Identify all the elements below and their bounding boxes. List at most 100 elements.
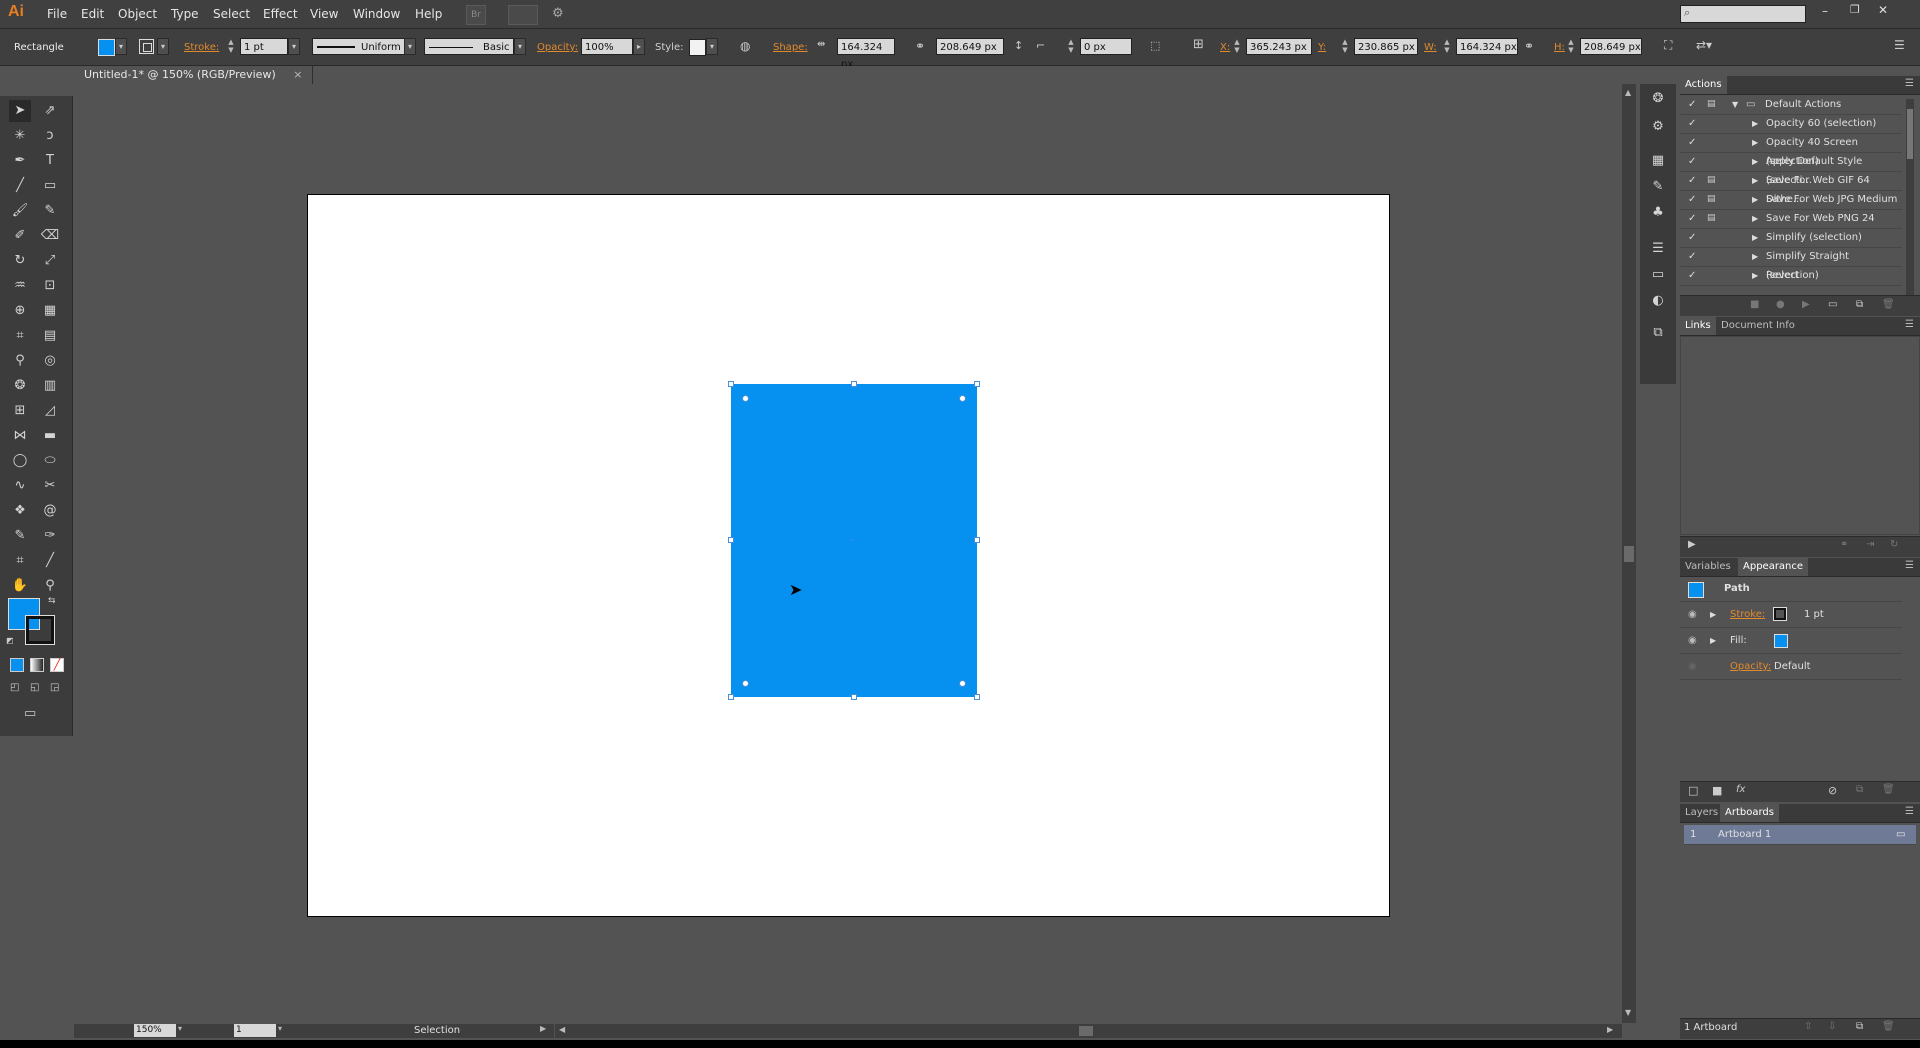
opacity-dropdown[interactable]: ▸ [633,38,645,55]
new-set-folder-icon[interactable]: ▭ [1828,299,1837,310]
bounding-handle-tl[interactable] [728,381,734,387]
selection-tool-icon[interactable]: ➤ [9,100,31,122]
type-tool-icon[interactable]: T [39,150,61,172]
go-to-link-icon[interactable]: ⇥ [1866,539,1874,550]
menu-file[interactable]: File [47,7,67,21]
free-transform-tool-icon[interactable]: ⊡ [39,275,61,297]
toggle-check-icon[interactable]: ✓ [1688,152,1696,171]
rectangle-tool-icon[interactable]: ▭ [39,175,61,197]
add-stroke-icon[interactable]: □ [1688,784,1698,797]
x-field[interactable]: 365.243 px [1246,38,1312,55]
play-icon[interactable]: ▶ [1802,299,1810,310]
visibility-eye-icon[interactable]: ◉ [1688,628,1697,653]
expand-triangle-icon[interactable]: ▶ [1752,171,1758,190]
color-guide-icon[interactable]: ❂ [1647,88,1669,110]
draw-behind-icon[interactable]: ◱ [30,682,39,693]
action-row[interactable]: ✓ ▤ ▶ Save For Web JPG Medium [1680,190,1902,210]
appearance-stroke-row[interactable]: ◉ ▶ Stroke: 1 pt [1680,602,1902,628]
layers-tab[interactable]: Layers [1680,804,1723,822]
y-stepper[interactable]: ▲ ▼ [1340,38,1350,55]
action-set-row[interactable]: ✓ ▤ ▼ ▭ Default Actions [1680,95,1902,115]
gradient-panel-icon[interactable]: ▭ [1647,264,1669,286]
corner-widget-tr[interactable] [959,395,966,402]
scroll-down-icon[interactable]: ▼ [1625,1008,1631,1017]
arrange-documents-button[interactable] [508,5,538,25]
appearance-fill-row[interactable]: ◉ ▶ Fill: [1680,628,1902,654]
vertical-scroll-thumb[interactable] [1624,546,1634,562]
width-tool-icon[interactable]: ⋈ [9,425,31,447]
expand-triangle-icon[interactable]: ▶ [1710,628,1716,653]
isolate-icon[interactable]: ⛶ [1664,38,1672,53]
scroll-right-icon[interactable]: ▶ [1607,1025,1613,1034]
actions-tab[interactable]: Actions [1680,76,1727,94]
add-fill-icon[interactable]: ■ [1712,784,1722,797]
anchor-pen-tool-icon[interactable]: ✑ [39,525,61,547]
toggle-check-icon[interactable]: ✓ [1688,114,1696,133]
show-link-info-icon[interactable]: ▶ [1688,539,1696,550]
slice-tool-icon[interactable]: ◿ [39,400,61,422]
delete-icon[interactable]: 🗑 [1882,299,1895,310]
document-info-tab[interactable]: Document Info [1716,317,1800,335]
knife-tool-icon[interactable]: ╱ [39,550,61,572]
fill-swatch[interactable] [98,39,115,56]
opacity-label[interactable]: Opacity: [537,42,578,53]
expand-triangle-icon[interactable]: ▶ [1752,247,1758,266]
x-label[interactable]: X: [1220,42,1230,53]
stroke-weight-field[interactable]: 1 pt [240,38,288,55]
action-row[interactable]: ✓ ▶ Opacity 40 Screen (selection) [1680,133,1902,167]
blob-brush-tool-icon[interactable]: ✐ [9,225,31,247]
artboard-number-field[interactable]: 1 [234,1024,276,1037]
action-row[interactable]: ✓ ▶ Opacity 60 (selection) [1680,114,1902,134]
mesh-tool-icon[interactable]: ⌗ [9,325,31,347]
shape-width-field[interactable]: 164.324 px [837,38,895,70]
toggle-check-icon[interactable]: ✓ [1688,95,1696,114]
stroke-label[interactable]: Stroke: [1730,602,1765,627]
kuler-icon[interactable]: ⚙ [1647,116,1669,138]
w-field[interactable]: 164.324 px [1456,38,1518,55]
artboard-row[interactable]: 1 Artboard 1 ▭ [1684,825,1916,845]
polygon-tool-icon[interactable]: ⬭ [39,450,61,472]
brush-dropdown[interactable]: ▾ [514,38,526,55]
clear-appearance-icon[interactable]: ⊘ [1828,784,1837,797]
dialog-toggle-icon[interactable]: ▤ [1707,209,1716,228]
artboard-dropdown-icon[interactable]: ▾ [278,1024,282,1033]
move-down-icon[interactable]: ⇩ [1828,1021,1836,1032]
stroke-profile-dropdown[interactable]: ▾ [404,38,416,55]
shape-builder-tool-icon[interactable]: ⊕ [9,300,31,322]
bounding-handle-bl[interactable] [728,694,734,700]
corner-stepper[interactable]: ▲ ▼ [1066,38,1076,55]
zoom-tool-icon[interactable]: ⚲ [39,575,61,597]
w-label[interactable]: W: [1424,42,1437,53]
direct-selection-tool-icon[interactable]: ⇗ [39,100,61,122]
artboard-options-icon[interactable]: ▭ [1896,825,1905,844]
stop-icon[interactable]: ■ [1750,299,1759,310]
artboard-name[interactable]: Artboard 1 [1718,825,1771,844]
menu-effect[interactable]: Effect [263,7,298,21]
zoom-dropdown-icon[interactable]: ▾ [178,1024,182,1033]
dialog-toggle-icon[interactable]: ▤ [1707,171,1716,190]
artboard-tool-icon[interactable]: ⊞ [9,400,31,422]
delete-artboard-icon[interactable]: 🗑 [1882,1021,1895,1032]
toggle-check-icon[interactable]: ✓ [1688,228,1696,247]
toggle-check-icon[interactable]: ✓ [1688,190,1696,209]
actions-menu-icon[interactable]: ☰ [1905,78,1914,89]
new-artboard-icon[interactable]: ⧉ [1856,1021,1863,1032]
y-label[interactable]: Y: [1318,42,1326,53]
duplicate-item-icon[interactable]: ⧉ [1856,784,1863,795]
opacity-label[interactable]: Opacity: [1730,654,1771,679]
hand-tool-icon[interactable]: ✋ [9,575,31,597]
link-dimensions-icon[interactable]: ⚭ [915,39,925,53]
action-row[interactable]: ✓ ▶ Simplify (selection) [1680,228,1902,248]
screen-mode-icon[interactable]: ▭ [24,706,36,721]
default-colors-icon[interactable]: ◩ [6,636,14,645]
document-tab[interactable]: Untitled-1* @ 150% (RGB/Preview) × [74,66,314,84]
recolor-icon[interactable]: ◍ [740,39,750,53]
transparency-icon[interactable]: ◐ [1647,290,1669,312]
corner-widget-br[interactable] [959,680,966,687]
artboards-tab[interactable]: Artboards [1720,804,1779,822]
selected-rectangle[interactable]: · [728,381,980,700]
menu-select[interactable]: Select [213,7,250,21]
eyedropper-tool-icon[interactable]: ⚲ [9,350,31,372]
actions-scrollbar[interactable] [1906,99,1914,299]
bridge-button[interactable]: Br [466,5,486,25]
